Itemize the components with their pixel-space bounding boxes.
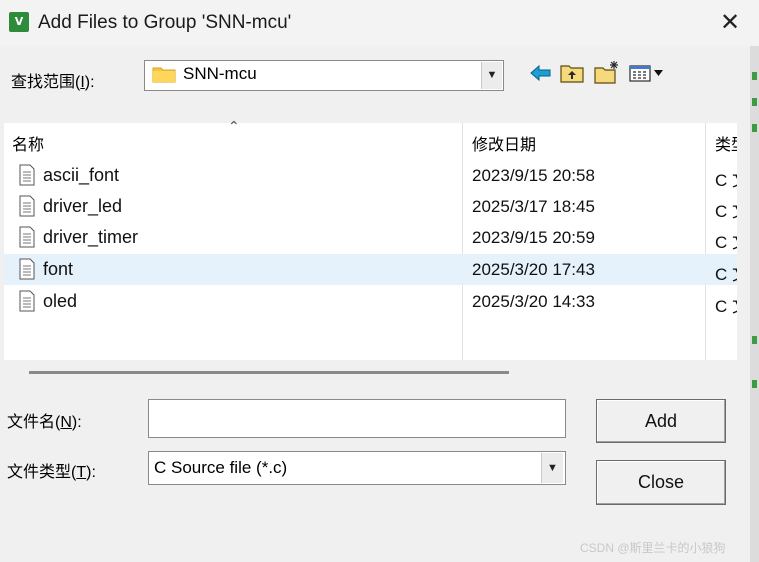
file-name: font xyxy=(43,259,74,279)
view-menu-icon[interactable] xyxy=(627,59,671,87)
file-name-label: 文件名(N): xyxy=(7,414,82,431)
document-icon xyxy=(19,290,35,312)
close-window-button[interactable]: ✕ xyxy=(712,8,748,38)
close-button[interactable]: Close xyxy=(596,460,726,505)
column-header-name[interactable]: 名称 xyxy=(12,131,44,155)
file-row[interactable]: driver_timer 2023/9/15 20:59 C 文件 xyxy=(4,222,737,253)
file-name-input[interactable] xyxy=(148,399,566,438)
file-type: C 文件 xyxy=(715,202,737,221)
file-date: 2025/3/17 18:45 xyxy=(472,197,595,216)
document-icon xyxy=(19,195,35,217)
file-date: 2023/9/15 20:58 xyxy=(472,166,595,185)
look-in-dropdown-arrow[interactable]: ▼ xyxy=(481,62,502,89)
horizontal-scrollbar[interactable] xyxy=(29,371,509,374)
look-in-label: 查找范围(I): xyxy=(11,74,95,91)
file-type: C 文件 xyxy=(715,297,737,316)
file-type: C 文件 xyxy=(715,265,737,284)
up-folder-icon[interactable] xyxy=(558,59,586,87)
document-icon xyxy=(19,258,35,280)
document-icon xyxy=(19,164,35,186)
background-window-edge xyxy=(750,46,759,562)
file-row-selected[interactable]: font 2025/3/20 17:43 C 文件 xyxy=(4,254,737,285)
file-type-dropdown-arrow[interactable]: ▼ xyxy=(541,453,563,483)
document-icon xyxy=(19,226,35,248)
file-row[interactable]: oled 2025/3/20 14:33 C 文件 xyxy=(4,286,737,317)
sort-ascending-icon: ⌃ xyxy=(228,118,240,134)
file-date: 2023/9/15 20:59 xyxy=(472,228,595,247)
column-header-type[interactable]: 类型 xyxy=(715,131,737,155)
file-type: C 文件 xyxy=(715,171,737,190)
file-type-value: C Source file (*.c) xyxy=(154,458,288,477)
add-button[interactable]: Add xyxy=(596,399,726,443)
app-icon: V xyxy=(9,12,29,32)
file-type-label: 文件类型(T): xyxy=(7,464,96,481)
file-name: driver_led xyxy=(43,196,123,216)
file-name: oled xyxy=(43,291,78,311)
file-name: ascii_font xyxy=(43,165,120,185)
file-row[interactable]: ascii_font 2023/9/15 20:58 C 文件 xyxy=(4,160,737,191)
file-type: C 文件 xyxy=(715,233,737,252)
column-header-date[interactable]: 修改日期 xyxy=(472,131,536,155)
new-folder-icon[interactable] xyxy=(592,59,620,87)
look-in-value: SNN-mcu xyxy=(183,64,257,83)
file-date: 2025/3/20 17:43 xyxy=(472,260,595,279)
window-title: Add Files to Group 'SNN-mcu' xyxy=(38,12,292,33)
file-date: 2025/3/20 14:33 xyxy=(472,292,595,311)
back-arrow-icon[interactable] xyxy=(527,59,555,87)
file-row[interactable]: driver_led 2025/3/17 18:45 C 文件 xyxy=(4,191,737,222)
folder-icon xyxy=(152,67,176,83)
file-name: driver_timer xyxy=(43,227,139,247)
watermark: CSDN @斯里兰卡的小狼狗 xyxy=(580,541,726,555)
